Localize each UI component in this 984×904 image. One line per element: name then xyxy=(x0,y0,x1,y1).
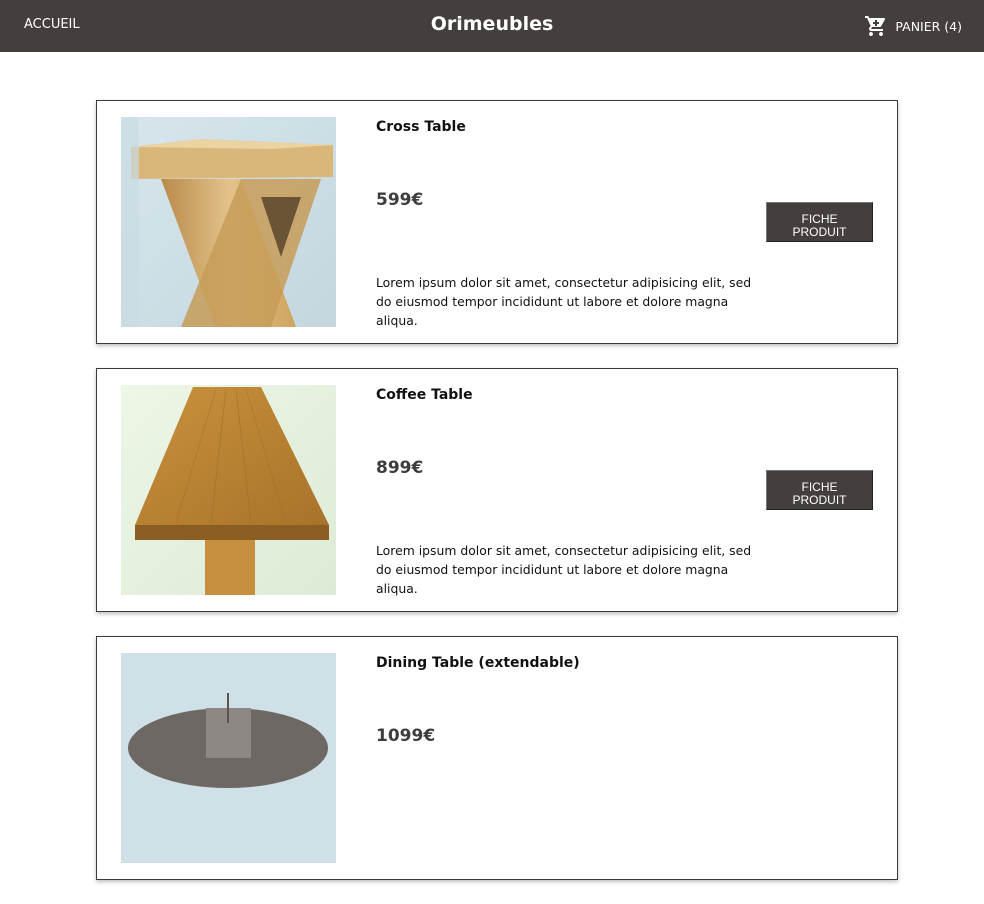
product-card: Cross Table 599€ Lorem ipsum dolor sit a… xyxy=(96,100,898,344)
product-image-cross-table[interactable] xyxy=(121,117,336,327)
product-list: Cross Table 599€ Lorem ipsum dolor sit a… xyxy=(96,100,898,904)
cart-link[interactable]: PANIER (4) xyxy=(864,0,962,52)
cross-table-photo xyxy=(121,117,336,327)
product-image-dining-table[interactable] xyxy=(121,653,336,863)
product-card: Dining Table (extendable) 1099€ xyxy=(96,636,898,880)
product-description: Lorem ipsum dolor sit amet, consectetur … xyxy=(376,275,752,328)
nav-home-link[interactable]: ACCUEIL xyxy=(24,0,80,52)
coffee-table-photo xyxy=(121,385,336,595)
product-name: Coffee Table xyxy=(376,387,473,403)
cart-label: PANIER (4) xyxy=(895,18,962,34)
product-price: 599€ xyxy=(376,190,424,210)
product-name: Cross Table xyxy=(376,119,466,135)
product-price: 899€ xyxy=(376,458,424,478)
cart-plus-icon xyxy=(865,16,886,36)
product-description: Lorem ipsum dolor sit amet, consectetur … xyxy=(376,543,752,596)
dining-table-photo xyxy=(121,653,336,863)
product-image-coffee-table[interactable] xyxy=(121,385,336,595)
product-price: 1099€ xyxy=(376,726,436,746)
top-navigation-bar: ACCUEIL Orimeubles PANIER (4) xyxy=(0,0,984,52)
product-name: Dining Table (extendable) xyxy=(376,655,580,671)
site-brand-title: Orimeubles xyxy=(430,13,554,35)
product-card: Coffee Table 899€ Lorem ipsum dolor sit … xyxy=(96,368,898,612)
product-sheet-button[interactable]: FICHE PRODUIT xyxy=(766,202,873,242)
product-sheet-button[interactable]: FICHE PRODUIT xyxy=(766,470,873,510)
